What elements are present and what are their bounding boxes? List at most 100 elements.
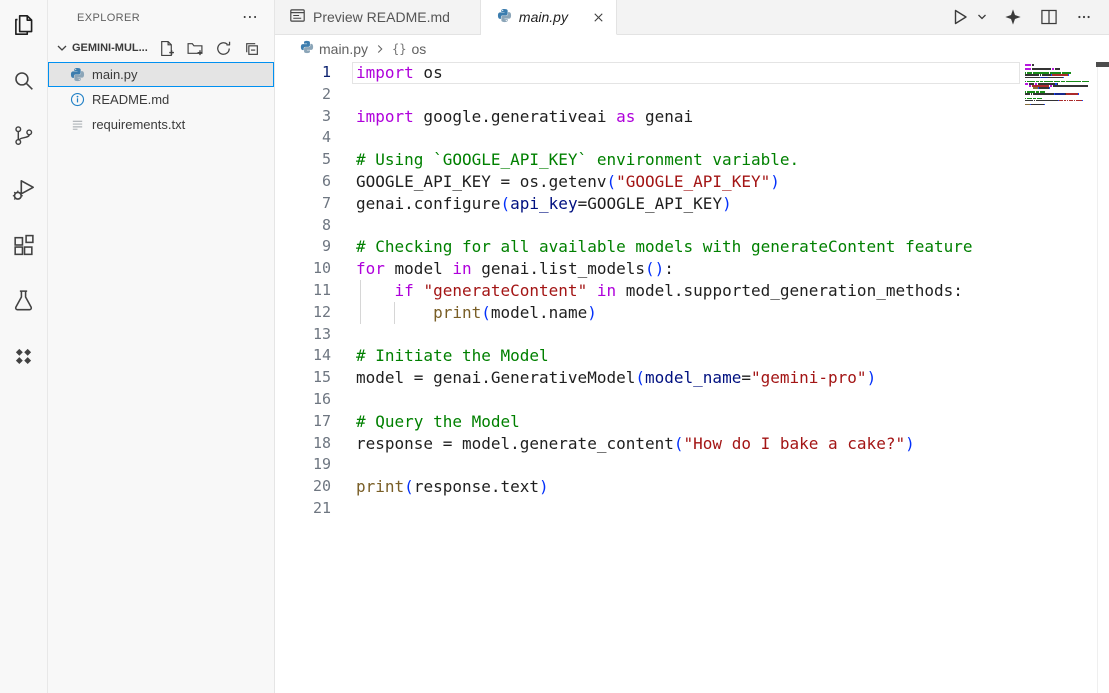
editor-actions [947,0,1109,34]
breadcrumb: main.py {} os [275,35,1109,62]
code-line-8[interactable]: 8 [275,215,1109,237]
namespace-icon: {} [392,42,406,56]
run-icon[interactable] [947,4,973,30]
line-number: 7 [275,193,331,215]
code-line-16[interactable]: 16 [275,389,1109,411]
sparkle-icon[interactable] [1001,5,1025,29]
collapse-all-icon[interactable] [243,40,260,57]
code-line-9[interactable]: 9# Checking for all available models wit… [275,236,1109,258]
activity-gemini-gemini-icon[interactable] [7,338,41,372]
run-dropdown-chevron-icon[interactable] [973,8,991,26]
file-row-README.md[interactable]: README.md [48,87,274,112]
line-number: 3 [275,106,331,128]
token-pln: model.name [491,303,587,322]
minimap-line [1025,106,1096,108]
line-number: 17 [275,411,331,433]
breadcrumb-file-label: main.py [319,41,368,57]
python-icon [497,8,512,26]
code-editor[interactable]: 1import os23import google.generativeai a… [275,62,1109,693]
explorer-header: EXPLORER ⋯ [48,0,274,36]
code-line-2[interactable]: 2 [275,84,1109,106]
file-row-main.py[interactable]: main.py [48,62,274,87]
token-pln: model.supported_generation_methods: [616,281,963,300]
code-line-10[interactable]: 10for model in genai.list_models(): [275,258,1109,280]
code-line-7[interactable]: 7genai.configure(api_key=GOOGLE_API_KEY) [275,193,1109,215]
activity-extensions-extensions-icon[interactable] [7,228,41,262]
refresh-icon[interactable] [215,40,232,57]
code-line-6[interactable]: 6GOOGLE_API_KEY = os.getenv("GOOGLE_API_… [275,171,1109,193]
line-number: 15 [275,367,331,389]
token-br: ) [722,194,732,213]
split-editor-icon[interactable] [1037,5,1061,29]
file-label: main.py [92,67,138,82]
tab-main-py[interactable]: main.py [481,0,617,35]
preview-icon [289,7,306,27]
folder-name: GEMINI-MUL... [72,42,148,54]
editor-group: Preview README.md main.py [275,0,1109,693]
token-br: ( [481,303,491,322]
breadcrumb-file[interactable]: main.py [300,40,368,57]
line-number: 2 [275,84,331,106]
close-icon[interactable] [589,8,608,27]
new-folder-icon[interactable] [186,40,204,57]
code-line-20[interactable]: 20print(response.text) [275,476,1109,498]
token-str: "How do I bake a cake?" [684,434,906,453]
more-actions-icon[interactable] [1073,6,1095,28]
code-line-17[interactable]: 17# Query the Model [275,411,1109,433]
token-kw: import [356,63,414,82]
code-line-21[interactable]: 21 [275,498,1109,520]
line-number: 13 [275,324,331,346]
minimap[interactable] [1025,64,1096,108]
chevron-right-icon [373,42,387,56]
file-label: requirements.txt [92,117,185,132]
code-line-4[interactable]: 4 [275,127,1109,149]
code-line-11[interactable]: 11 if "generateContent" in model.support… [275,280,1109,302]
line-number: 10 [275,258,331,280]
token-br: ( [635,368,645,387]
file-row-requirements.txt[interactable]: requirements.txt [48,112,274,137]
activity-search-search-icon[interactable] [7,63,41,97]
line-number: 12 [275,302,331,324]
token-com: # Using `GOOGLE_API_KEY` environment var… [356,150,799,169]
activity-bar [0,0,48,693]
indent-guide [394,302,395,324]
code-line-1[interactable]: 1import os [275,62,1109,84]
tab-label: Preview README.md [313,9,450,25]
more-actions-icon[interactable]: ⋯ [238,11,262,25]
activity-run-and-debug-debug-icon[interactable] [7,173,41,207]
breadcrumb-symbol-label: os [411,41,426,57]
token-pln [356,281,395,300]
line-number: 6 [275,171,331,193]
token-pln: model = genai.GenerativeModel [356,368,635,387]
code-line-5[interactable]: 5# Using `GOOGLE_API_KEY` environment va… [275,149,1109,171]
line-number: 14 [275,345,331,367]
new-file-icon[interactable] [158,40,175,57]
tab-preview-readme[interactable]: Preview README.md [275,0,481,34]
token-pln: response.text [414,477,539,496]
tab-label: main.py [519,9,568,25]
line-number: 1 [275,62,331,84]
code-line-15[interactable]: 15model = genai.GenerativeModel(model_na… [275,367,1109,389]
code-line-3[interactable]: 3import google.generativeai as genai [275,106,1109,128]
token-pln: genai.configure [356,194,501,213]
file-label: README.md [92,92,169,107]
activity-source-control-source-control-icon[interactable] [7,118,41,152]
activity-explorer-files-icon[interactable] [7,8,41,42]
token-fn: print [356,477,404,496]
code-line-14[interactable]: 14 # Initiate the Model [275,345,1109,367]
token-br: ( [404,477,414,496]
token-pln [414,281,424,300]
activity-testing-beaker-icon[interactable] [7,283,41,317]
code-line-12[interactable]: 12 print(model.name) [275,302,1109,324]
line-number: 8 [275,215,331,237]
token-com: # Initiate the Model [356,346,549,365]
breadcrumb-symbol[interactable]: {} os [392,41,426,57]
folder-section-header[interactable]: GEMINI-MUL... [48,36,274,60]
token-br: ( [501,194,511,213]
code-line-19[interactable]: 19 [275,454,1109,476]
code-line-18[interactable]: 18response = model.generate_content("How… [275,433,1109,455]
token-str: "gemini-pro" [751,368,867,387]
token-kw: for [356,259,385,278]
code-line-13[interactable]: 13 [275,324,1109,346]
overview-ruler[interactable] [1097,62,1109,693]
